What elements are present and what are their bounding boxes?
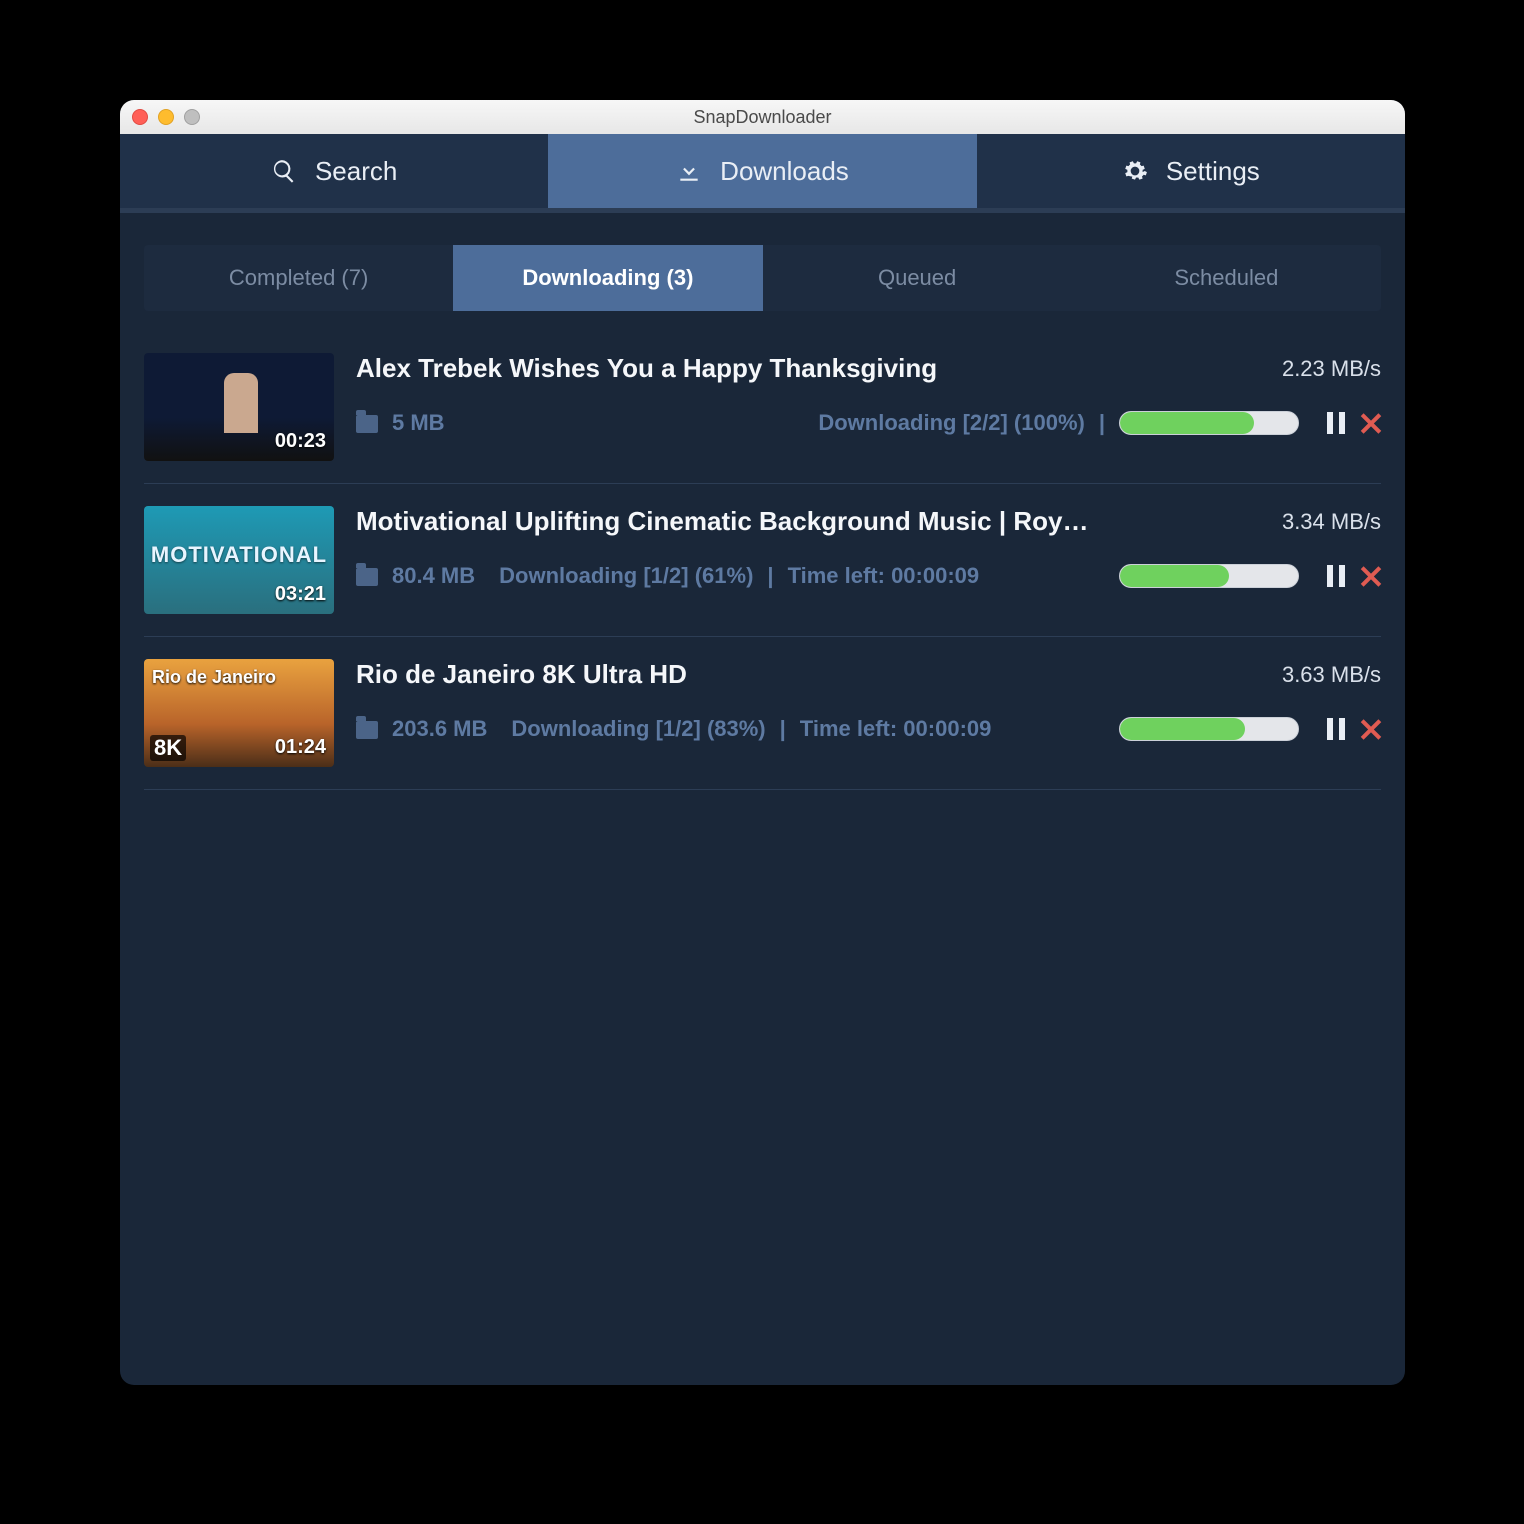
pause-button[interactable] (1327, 412, 1345, 434)
sub-tab-completed[interactable]: Completed (7) (144, 245, 453, 311)
download-speed: 2.23 MB/s (1282, 356, 1381, 382)
thumb-figure (224, 373, 258, 433)
video-thumbnail[interactable]: 00:23 (144, 353, 334, 461)
video-title: Rio de Janeiro 8K Ultra HD (356, 659, 687, 690)
download-icon (676, 158, 702, 184)
thumb-topleft-text: Rio de Janeiro (152, 667, 276, 688)
download-list: 00:23 Alex Trebek Wishes You a Happy Tha… (120, 323, 1405, 798)
sub-tab-scheduled[interactable]: Scheduled (1072, 245, 1381, 311)
thumb-bottomleft-text: 8K (150, 735, 186, 761)
tab-search-label: Search (315, 156, 397, 187)
folder-icon[interactable] (356, 415, 378, 433)
download-speed: 3.63 MB/s (1282, 662, 1381, 688)
download-row: MOTIVATIONAL 03:21 Motivational Upliftin… (144, 484, 1381, 637)
video-title: Alex Trebek Wishes You a Happy Thanksgiv… (356, 353, 937, 384)
app-window: SnapDownloader Search Downloads Settings… (120, 100, 1405, 1385)
video-thumbnail[interactable]: Rio de Janeiro 8K 01:24 (144, 659, 334, 767)
window-title: SnapDownloader (120, 107, 1405, 128)
folder-icon[interactable] (356, 721, 378, 739)
video-title: Motivational Uplifting Cinematic Backgro… (356, 506, 1088, 537)
video-duration: 03:21 (275, 583, 326, 606)
time-left: Time left: 00:00:09 (788, 563, 980, 589)
tab-downloads[interactable]: Downloads (548, 134, 976, 208)
download-status: Downloading [2/2] (100%) (818, 410, 1084, 436)
video-duration: 01:24 (275, 736, 326, 759)
titlebar: SnapDownloader (120, 100, 1405, 134)
file-size: 80.4 MB (392, 563, 475, 589)
search-icon (271, 158, 297, 184)
pause-button[interactable] (1327, 718, 1345, 740)
progress-bar (1119, 564, 1299, 588)
divider (120, 208, 1405, 213)
pause-button[interactable] (1327, 565, 1345, 587)
progress-fill (1120, 565, 1229, 587)
progress-fill (1120, 718, 1245, 740)
tab-settings[interactable]: Settings (977, 134, 1405, 208)
download-row: 00:23 Alex Trebek Wishes You a Happy Tha… (144, 331, 1381, 484)
cancel-button[interactable] (1359, 718, 1381, 740)
download-row: Rio de Janeiro 8K 01:24 Rio de Janeiro 8… (144, 637, 1381, 790)
progress-fill (1120, 412, 1254, 434)
sub-tabs: Completed (7) Downloading (3) Queued Sch… (144, 245, 1381, 311)
file-size: 5 MB (392, 410, 445, 436)
video-thumbnail[interactable]: MOTIVATIONAL 03:21 (144, 506, 334, 614)
cancel-button[interactable] (1359, 412, 1381, 434)
sub-tab-downloading[interactable]: Downloading (3) (453, 245, 762, 311)
separator: | (767, 563, 773, 589)
cancel-button[interactable] (1359, 565, 1381, 587)
progress-bar (1119, 411, 1299, 435)
time-left: Time left: 00:00:09 (800, 716, 992, 742)
sub-tab-queued[interactable]: Queued (763, 245, 1072, 311)
thumb-center-text: MOTIVATIONAL (144, 542, 334, 568)
download-status: Downloading [1/2] (61%) (499, 563, 753, 589)
video-duration: 00:23 (275, 430, 326, 453)
download-status: Downloading [1/2] (83%) (511, 716, 765, 742)
download-speed: 3.34 MB/s (1282, 509, 1381, 535)
main-tabs: Search Downloads Settings (120, 134, 1405, 208)
file-size: 203.6 MB (392, 716, 487, 742)
separator: | (1099, 410, 1105, 436)
separator: | (780, 716, 786, 742)
progress-bar (1119, 717, 1299, 741)
tab-downloads-label: Downloads (720, 156, 849, 187)
gear-icon (1122, 158, 1148, 184)
tab-search[interactable]: Search (120, 134, 548, 208)
folder-icon[interactable] (356, 568, 378, 586)
tab-settings-label: Settings (1166, 156, 1260, 187)
